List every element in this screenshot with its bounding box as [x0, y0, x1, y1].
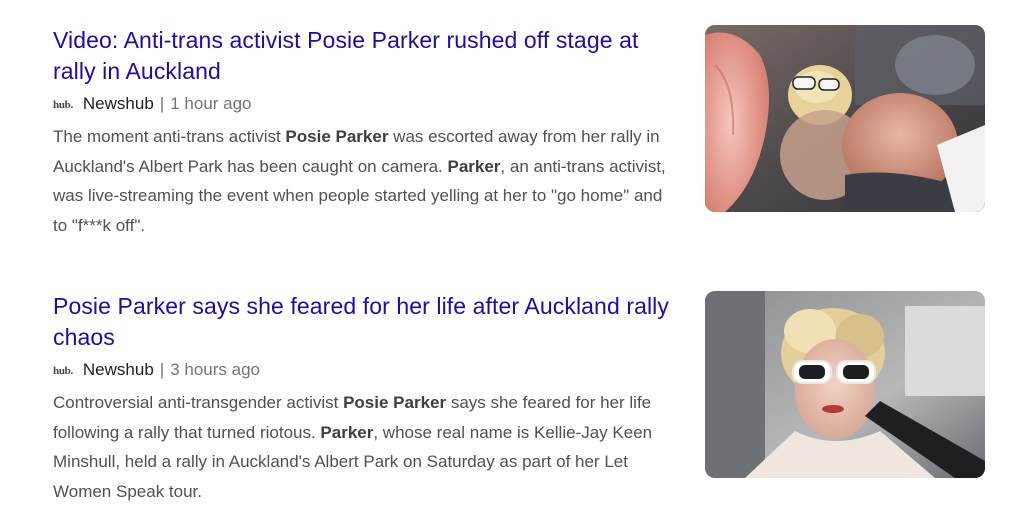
- publish-time: 3 hours ago: [170, 360, 260, 379]
- source-row: hub. Newshub | 1 hour ago: [53, 93, 681, 115]
- newshub-logo-icon: hub.: [53, 365, 73, 377]
- news-result-text: Video: Anti-trans activist Posie Parker …: [53, 25, 681, 240]
- car-selfie-photo-image: [705, 291, 985, 478]
- source-name: Newshub: [82, 360, 154, 379]
- meta-separator: |: [159, 360, 165, 379]
- snippet-text: The moment anti-trans activist: [53, 127, 286, 146]
- publish-time: 1 hour ago: [170, 94, 252, 113]
- snippet-highlight: Posie Parker: [285, 127, 389, 146]
- newshub-logo-icon: hub.: [53, 99, 73, 111]
- news-snippet: Controversial anti-transgender activist …: [53, 388, 681, 506]
- news-headline-link[interactable]: Posie Parker says she feared for her lif…: [53, 291, 681, 353]
- snippet-highlight: Posie Parker: [343, 393, 447, 412]
- news-snippet: The moment anti-trans activist Posie Par…: [53, 122, 681, 240]
- snippet-highlight: Parker: [320, 422, 374, 442]
- news-thumbnail[interactable]: [705, 291, 985, 478]
- snippet-text: Controversial anti-transgender activist: [53, 393, 344, 412]
- source-row: hub. Newshub | 3 hours ago: [53, 359, 681, 381]
- crowd-photo-image: [705, 25, 985, 212]
- news-thumbnail[interactable]: [705, 25, 985, 212]
- news-headline-link[interactable]: Video: Anti-trans activist Posie Parker …: [53, 25, 681, 87]
- news-result[interactable]: Video: Anti-trans activist Posie Parker …: [53, 25, 985, 245]
- source-name: Newshub: [82, 94, 154, 113]
- meta-separator: |: [159, 94, 165, 113]
- snippet-highlight: Parker: [447, 156, 501, 176]
- news-result-text: Posie Parker says she feared for her lif…: [53, 291, 681, 506]
- news-result[interactable]: Posie Parker says she feared for her lif…: [53, 291, 985, 511]
